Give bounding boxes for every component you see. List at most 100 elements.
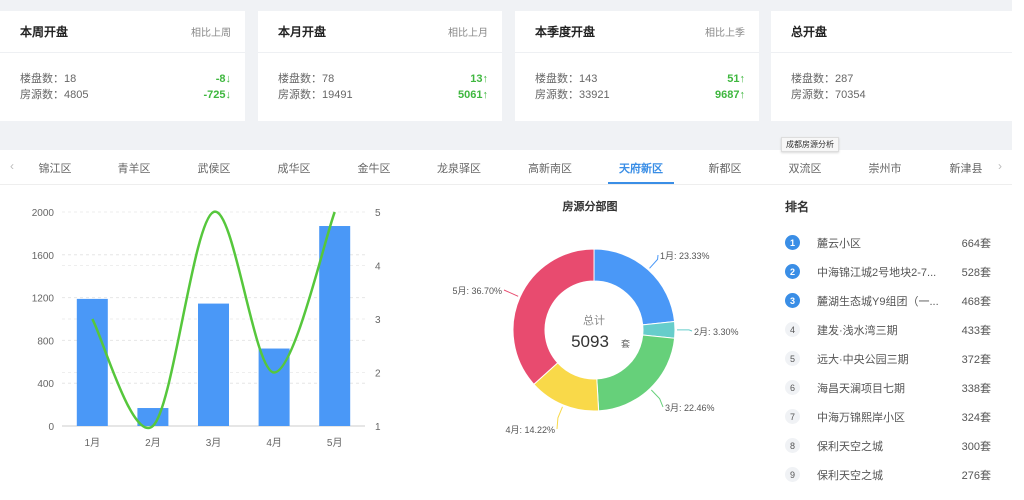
units-label: 房源数： <box>278 89 322 101</box>
tab-6[interactable]: 高新南区 <box>528 160 572 176</box>
tab-4[interactable]: 金牛区 <box>358 160 391 176</box>
rank-count: 300套 <box>961 440 991 453</box>
card-this-month: 本月开盘 相比上月 楼盘数：78 13↑ 房源数：19491 5061↑ <box>258 11 502 121</box>
slice-label: 2月: 3.30% <box>694 327 739 337</box>
slice-label: 3月: 22.46% <box>665 403 715 413</box>
rank-name: 中海锦江城2号地块2-7... <box>817 266 937 279</box>
card-this-week: 本周开盘 相比上周 楼盘数：18 -8↓ 房源数：4805 -725↓ <box>0 11 245 121</box>
y-left-tick-label: 800 <box>37 336 54 347</box>
rank-name: 麓云小区 <box>817 237 861 250</box>
bar-5月[interactable] <box>319 226 351 426</box>
rank-name: 远大·中央公园三期 <box>817 353 909 366</box>
bar-3月[interactable] <box>198 303 229 426</box>
ranking-row[interactable]: 9 保利天空之城 276套 <box>785 460 1010 489</box>
projects-delta: -8↓ <box>215 73 231 85</box>
card-body: 楼盘数：78 13↑ 房源数：19491 5061↑ <box>258 53 502 103</box>
y-right-tick-label: 3 <box>375 315 381 326</box>
active-tab-indicator <box>608 182 674 184</box>
projects-row: 楼盘数：287 <box>791 71 998 87</box>
card-total: 总开盘 楼盘数：287 房源数：70354 <box>771 11 1012 121</box>
projects-label: 楼盘数： <box>20 73 64 85</box>
units-delta: -725↓ <box>203 89 231 101</box>
card-compare-label: 相比上周 <box>191 28 231 39</box>
y-right-tick-label: 1 <box>375 422 381 433</box>
rank-count: 338套 <box>961 382 991 395</box>
rank-count: 468套 <box>961 295 991 308</box>
ranking-row[interactable]: 3 麓湖生态城Y9组团（一... 468套 <box>785 286 1010 315</box>
summary-cards: 本周开盘 相比上周 楼盘数：18 -8↓ 房源数：4805 -725↓ 本月开盘… <box>0 11 1012 121</box>
units-label: 房源数： <box>791 89 835 101</box>
units-value: 19491 <box>322 89 353 101</box>
units-stat: 房源数：4805 <box>20 87 88 103</box>
card-header: 本周开盘 相比上周 <box>0 11 245 53</box>
y-right-tick-label: 5 <box>375 208 381 219</box>
card-header: 本月开盘 相比上月 <box>258 11 502 53</box>
tab-5[interactable]: 龙泉驿区 <box>437 160 481 176</box>
rank-badge: 7 <box>785 409 800 424</box>
ranking-title: 排名 <box>785 200 810 214</box>
bar-1月[interactable] <box>76 298 108 426</box>
card-header: 本季度开盘 相比上季 <box>515 11 759 53</box>
units-value: 4805 <box>64 89 89 101</box>
tab-9[interactable]: 双流区 <box>789 160 822 176</box>
tab-0[interactable]: 锦江区 <box>39 160 72 176</box>
projects-value: 287 <box>835 73 854 85</box>
projects-label: 楼盘数： <box>791 73 835 85</box>
tab-2[interactable]: 武侯区 <box>198 160 231 176</box>
rank-count: 276套 <box>961 469 991 482</box>
units-row: 房源数：4805 -725↓ <box>20 87 231 103</box>
projects-value: 18 <box>64 73 77 85</box>
slice-5月[interactable] <box>512 248 595 385</box>
bar-line-chart: 0 400 800 1200 1600 2000 1 2 3 4 5 1月 2月 3月 4月 5月 <box>32 208 381 449</box>
slice-label-leader <box>650 389 664 408</box>
ranking-row[interactable]: 2 中海锦江城2号地块2-7... 528套 <box>785 257 1010 286</box>
card-header: 总开盘 <box>771 11 1012 53</box>
projects-row: 楼盘数：78 13↑ <box>278 71 488 87</box>
tab-7[interactable]: 天府新区 <box>619 160 663 176</box>
card-title: 本月开盘 <box>278 25 327 39</box>
projects-label: 楼盘数： <box>278 73 322 85</box>
tab-11[interactable]: 新津县 <box>950 160 983 176</box>
tabs-next-icon[interactable]: › <box>998 159 1002 173</box>
tabs-prev-icon[interactable]: ‹ <box>10 159 14 173</box>
tab-1[interactable]: 青羊区 <box>118 160 151 176</box>
units-value: 70354 <box>835 89 866 101</box>
slice-label: 5月: 36.70% <box>452 286 502 296</box>
projects-row: 楼盘数：18 -8↓ <box>20 71 231 87</box>
projects-delta: 51↑ <box>727 73 745 85</box>
ranking-row[interactable]: 4 建发·浅水湾三期 433套 <box>785 315 1010 344</box>
slice-label-leader <box>649 254 659 269</box>
ranking-row[interactable]: 6 海昌天澜项目七期 338套 <box>785 373 1010 402</box>
ranking-row[interactable]: 7 中海万锦熙岸小区 324套 <box>785 402 1010 431</box>
projects-value: 78 <box>322 73 335 85</box>
ranking-row[interactable]: 8 保利天空之城 300套 <box>785 431 1010 460</box>
rank-badge: 1 <box>785 235 800 250</box>
card-body: 楼盘数：287 房源数：70354 <box>771 53 1012 103</box>
projects-delta: 13↑ <box>470 73 488 85</box>
tab-3[interactable]: 成华区 <box>278 160 311 176</box>
x-tick-label: 3月 <box>206 437 222 449</box>
bar-2月[interactable] <box>137 408 169 426</box>
ranking-row[interactable]: 5 远大·中央公园三期 372套 <box>785 344 1010 373</box>
rank-count: 433套 <box>961 324 991 337</box>
rank-badge: 2 <box>785 264 800 279</box>
units-label: 房源数： <box>535 89 579 101</box>
card-body: 楼盘数：143 51↑ 房源数：33921 9687↑ <box>515 53 759 103</box>
x-tick-label: 2月 <box>145 437 161 449</box>
scrollbar-track[interactable] <box>1012 0 1024 500</box>
donut-center-value: 5093 <box>571 332 609 351</box>
projects-stat: 楼盘数：143 <box>535 71 597 87</box>
rank-name: 中海万锦熙岸小区 <box>817 411 905 424</box>
tab-10[interactable]: 崇州市 <box>869 160 902 176</box>
ranking-row[interactable]: 1 麓云小区 664套 <box>785 228 1010 257</box>
y-left-tick-label: 1600 <box>32 251 55 262</box>
y-left-tick-label: 1200 <box>32 294 55 305</box>
ranking-panel: 排名 1 麓云小区 664套 2 中海锦江城2号地块2-7... 528套 3 麓湖生态城Y9… <box>785 190 1010 489</box>
ranking-list: 1 麓云小区 664套 2 中海锦江城2号地块2-7... 528套 3 麓湖生态城Y9组团（… <box>785 228 1010 489</box>
projects-stat: 楼盘数：287 <box>791 71 853 87</box>
rank-name: 保利天空之城 <box>817 469 883 482</box>
y-left-tick-label: 2000 <box>32 208 55 219</box>
units-label: 房源数： <box>20 89 64 101</box>
tab-8[interactable]: 新都区 <box>709 160 742 176</box>
units-stat: 房源数：19491 <box>278 87 353 103</box>
